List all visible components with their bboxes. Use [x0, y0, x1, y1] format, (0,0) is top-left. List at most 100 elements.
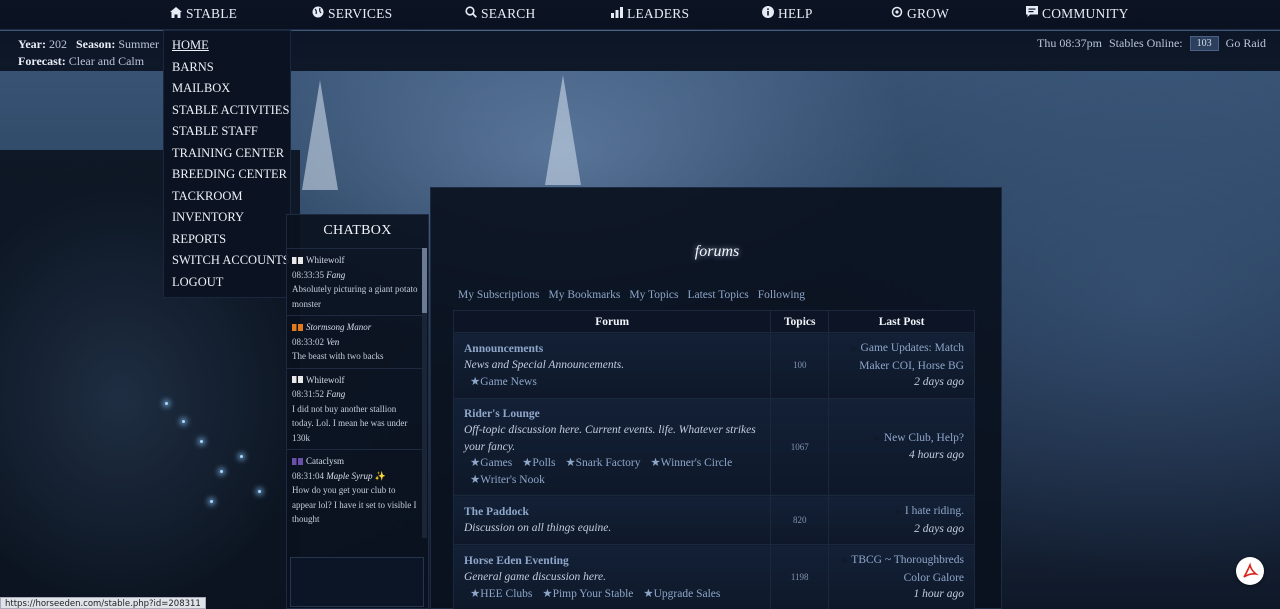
gear-icon [891, 6, 903, 22]
chat-scrollbar[interactable] [422, 248, 427, 538]
menu-item-logout[interactable]: LOGOUT [164, 272, 290, 294]
last-post-link[interactable]: I hate riding. [905, 505, 964, 517]
game-info: Year: 202 Season: Summer $ Forecast: Cle… [18, 36, 174, 70]
forum-name-link[interactable]: Announcements [464, 341, 760, 358]
last-post-link[interactable]: TBCG ~ Thoroughbreds Color Galore [851, 554, 964, 584]
stable-badge-icon [292, 323, 303, 331]
background-tree [545, 75, 581, 185]
nav-label: LEADERS [627, 6, 690, 21]
subforum-list: ★HEE Clubs ★Pimp Your Stable ★Upgrade Sa… [464, 586, 760, 603]
nav-community[interactable]: COMMUNITY [1026, 6, 1129, 22]
menu-item-switch-accounts[interactable]: SWITCH ACCOUNTS [164, 250, 290, 272]
table-row: Rider's Lounge Off-topic discussion here… [452, 397, 975, 496]
last-post-time: 4 hours ago [909, 449, 964, 462]
menu-item-reports[interactable]: REPORTS [164, 229, 290, 251]
menu-item-stable-staff[interactable]: STABLE STAFF [164, 121, 290, 143]
server-time: Thu 08:37pm [1036, 36, 1102, 50]
nav-label: SEARCH [481, 6, 536, 21]
forum-description: News and Special Announcements. [464, 359, 625, 371]
forum-title: forums [694, 243, 740, 260]
chat-author: Ven [326, 336, 340, 347]
glow-spark [210, 500, 213, 503]
forum-name-link[interactable]: Rider's Lounge [464, 406, 760, 423]
arrow-icon: ▶ [874, 433, 881, 443]
season-value: Summer [118, 37, 159, 51]
globe-icon [312, 6, 324, 22]
scrollbar-thumb[interactable] [422, 248, 427, 313]
nav-search[interactable]: SEARCH [465, 6, 535, 22]
header-forum: Forum [452, 310, 772, 333]
last-post-time: 1 hour ago [913, 588, 964, 600]
go-raid-link[interactable]: Go Raid [1226, 36, 1266, 51]
link-following[interactable]: Following [758, 289, 805, 301]
stable-dropdown-menu: HOME BARNS MAILBOX STABLE ACTIVITIES STA… [163, 30, 291, 298]
menu-item-stable-activities[interactable]: STABLE ACTIVITIES [164, 100, 290, 122]
top-nav: STABLE SERVICES SEARCH LEADERS HELP GROW [0, 0, 1280, 30]
subforum-link[interactable]: ★Winner's Circle [650, 457, 732, 469]
menu-item-inventory[interactable]: INVENTORY [164, 207, 290, 229]
chat-stable[interactable]: Stormsong Manor [292, 320, 420, 335]
forum-panel: forums My Subscriptions My Bookmarks My … [430, 187, 1002, 609]
chat-text: Absolutely picturing a giant potato mons… [292, 284, 418, 309]
nav-leaders[interactable]: LEADERS [611, 6, 689, 22]
chat-icon [1026, 6, 1038, 22]
chat-meta: 08:33:35 Fang [292, 268, 420, 283]
nav-help[interactable]: HELP [762, 6, 813, 22]
subforum-link[interactable]: ★Upgrade Sales [643, 588, 720, 600]
menu-item-training-center[interactable]: TRAINING CENTER [164, 143, 290, 165]
subforum-link[interactable]: ★Games [470, 457, 512, 469]
pdf-icon[interactable] [1236, 557, 1264, 585]
subforum-link[interactable]: ★Writer's Nook [470, 474, 545, 486]
last-post-time: 2 days ago [914, 376, 964, 388]
chat-stable-name: Whitewolf [306, 374, 345, 385]
chat-stable[interactable]: Whitewolf [292, 253, 420, 268]
topic-count: 820 [770, 495, 830, 545]
table-row: Announcements News and Special Announcem… [452, 332, 975, 399]
chat-stable[interactable]: Whitewolf [292, 373, 420, 388]
nav-label: HELP [778, 6, 813, 21]
subforum-link[interactable]: ★Polls [522, 457, 555, 469]
forum-cell: Horse Eden Eventing General game discuss… [452, 544, 772, 609]
subforum-link[interactable]: ★Pimp Your Stable [542, 588, 633, 600]
background-tree [302, 80, 338, 190]
chat-stable[interactable]: Cataclysm [292, 454, 420, 469]
arrow-icon: ▶ [842, 556, 849, 565]
forecast-value: Clear and Calm [68, 54, 145, 68]
glow-spark [240, 455, 243, 458]
chat-text: I did not buy another stallion today. Lo… [292, 403, 408, 443]
chat-message: Whitewolf 08:31:52 Fang I did not buy an… [287, 367, 424, 450]
link-my-subscriptions[interactable]: My Subscriptions [458, 289, 539, 301]
chatbox: CHATBOX Whitewolf 08:33:35 Fang Absolute… [286, 214, 429, 609]
last-post-cell: ▶ Game Updates: Match Maker COI, Horse BG… [828, 332, 975, 399]
table-row: Horse Eden Eventing General game discuss… [452, 544, 975, 609]
subforum-link[interactable]: ★Game News [470, 376, 537, 388]
home-icon [170, 6, 182, 22]
menu-item-barns[interactable]: BARNS [164, 57, 290, 79]
menu-item-breeding-center[interactable]: BREEDING CENTER [164, 164, 290, 186]
menu-item-mailbox[interactable]: MAILBOX [164, 78, 290, 100]
nav-stable[interactable]: STABLE [170, 6, 237, 22]
link-latest-topics[interactable]: Latest Topics [687, 289, 748, 301]
chat-meta: 08:33:02 Ven [292, 335, 420, 350]
forum-name-link[interactable]: Horse Eden Eventing [464, 553, 760, 570]
stable-badge-icon [292, 376, 303, 384]
nav-grow[interactable]: GROW [891, 6, 949, 22]
last-post-link[interactable]: Game Updates: Match Maker COI, Horse BG [859, 342, 964, 372]
subforum-link[interactable]: ★Snark Factory [565, 457, 640, 469]
forecast-label: Forecast: [18, 54, 66, 68]
last-post-link[interactable]: New Club, Help? [884, 432, 964, 444]
nav-services[interactable]: SERVICES [312, 6, 392, 22]
link-my-topics[interactable]: My Topics [629, 289, 678, 301]
menu-item-tackroom[interactable]: TACKROOM [164, 186, 290, 208]
table-row: The Paddock Discussion on all things equ… [452, 495, 975, 545]
chat-input[interactable] [290, 557, 424, 607]
nav-label: COMMUNITY [1042, 6, 1129, 21]
glow-spark [182, 420, 185, 423]
arrow-icon: ▶ [895, 507, 902, 516]
link-my-bookmarks[interactable]: My Bookmarks [548, 289, 620, 301]
forum-name-link[interactable]: The Paddock [464, 504, 760, 521]
topic-count: 1198 [770, 544, 830, 609]
subforum-link[interactable]: ★HEE Clubs [470, 588, 532, 600]
menu-item-home[interactable]: HOME [164, 35, 290, 57]
forum-cell: The Paddock Discussion on all things equ… [452, 495, 772, 545]
